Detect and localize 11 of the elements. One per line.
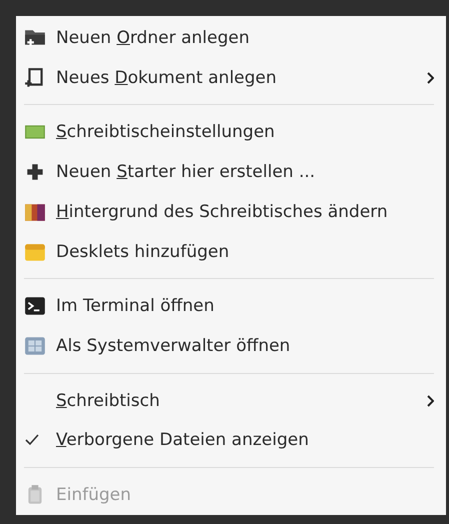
menu-item[interactable]: Im Terminal öffnen bbox=[24, 286, 434, 326]
terminal-icon bbox=[24, 295, 46, 318]
menu-item[interactable]: Schreibtischeinstellungen bbox=[24, 112, 434, 152]
menu-item[interactable]: Hintergrund des Schreibtisches ändern bbox=[24, 192, 434, 232]
menu-item[interactable]: Neuen Starter hier erstellen ... bbox=[24, 152, 434, 192]
menu-item[interactable]: Schreibtisch bbox=[24, 380, 434, 421]
menu-item[interactable]: Verborgene Dateien anzeigen bbox=[24, 420, 434, 460]
menu-item[interactable]: Desklets hinzufügen bbox=[24, 232, 434, 272]
menu-item[interactable]: Neuen Ordner anlegen bbox=[24, 18, 434, 58]
menu-item[interactable]: Als Systemverwalter öffnen bbox=[24, 326, 434, 366]
menu-item[interactable]: Neues Dokument anlegen bbox=[24, 58, 434, 98]
